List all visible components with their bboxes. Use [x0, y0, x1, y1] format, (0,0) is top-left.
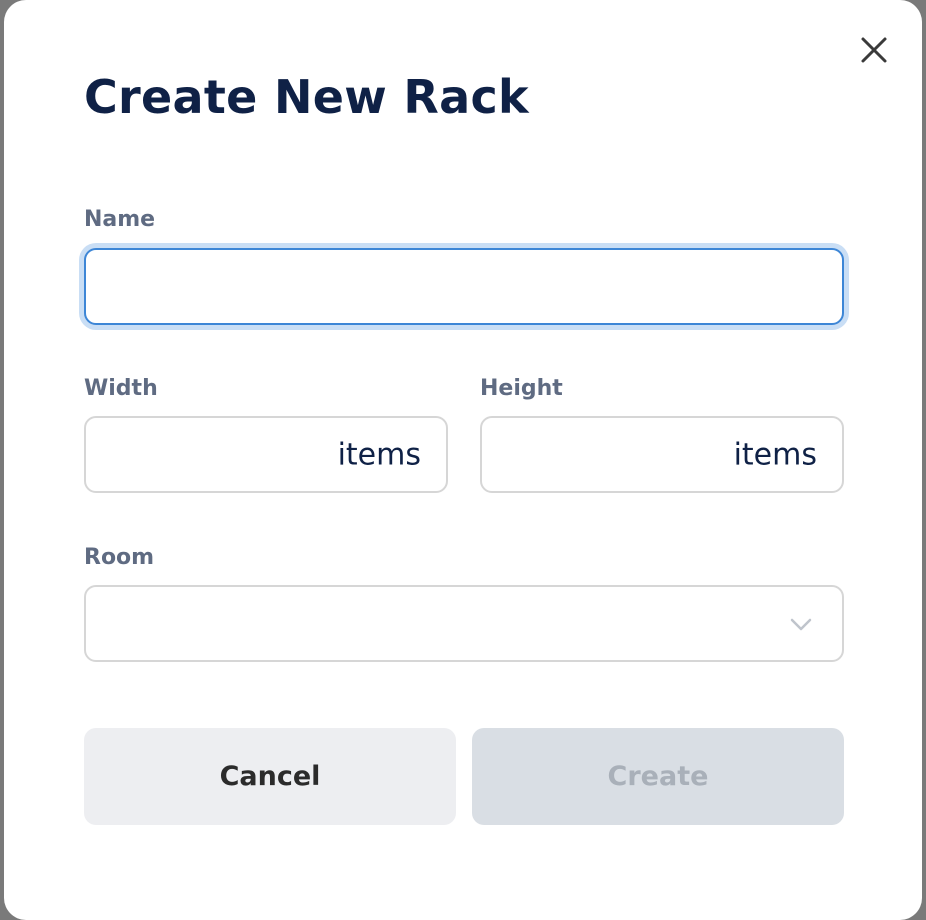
height-field[interactable]: items [480, 416, 844, 493]
height-label: Height [480, 376, 563, 401]
cancel-button[interactable]: Cancel [84, 728, 456, 825]
dialog-title: Create New Rack [84, 70, 529, 124]
room-select[interactable] [84, 585, 844, 662]
width-unit: items [337, 437, 421, 472]
height-unit: items [733, 437, 817, 472]
width-field[interactable]: items [84, 416, 448, 493]
name-input[interactable] [86, 250, 842, 323]
name-field[interactable] [84, 248, 844, 325]
create-button[interactable]: Create [472, 728, 844, 825]
name-label: Name [84, 207, 156, 232]
room-label: Room [84, 545, 155, 570]
width-label: Width [84, 376, 158, 401]
close-icon [861, 37, 887, 63]
close-button[interactable] [854, 30, 894, 70]
chevron-down-icon [788, 611, 814, 637]
create-rack-dialog: Create New Rack Name Width items Height … [4, 0, 922, 920]
